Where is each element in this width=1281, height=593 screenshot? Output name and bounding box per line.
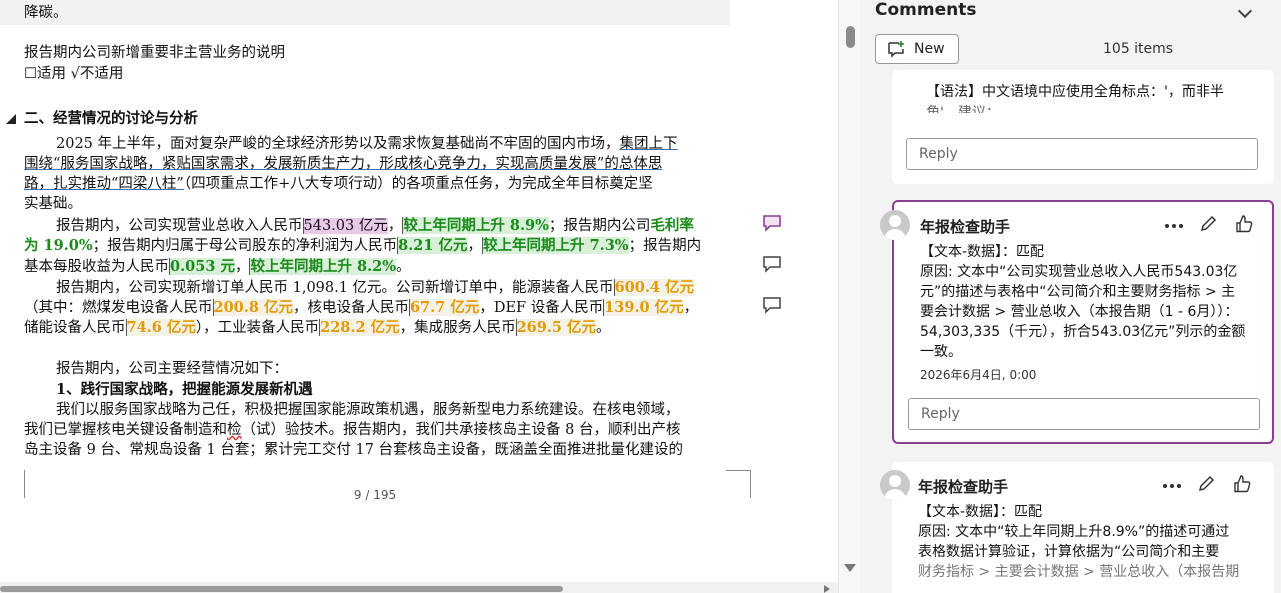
paragraph-1-line-4: 实基础。 xyxy=(24,196,82,212)
comment-text-cut: 角'，建议： xyxy=(926,105,1000,113)
reply-input[interactable]: Reply xyxy=(908,398,1260,430)
highlight-revenue[interactable]: 543.03 亿元 xyxy=(302,218,388,234)
comment-body: 【文本-数据】：匹配 原因: 文本中“较上年同期上升8.9%”的描述可通过 表格… xyxy=(918,504,1240,578)
like-icon[interactable] xyxy=(1234,214,1254,234)
horizontal-scroll-thumb[interactable] xyxy=(0,586,563,592)
comment-card-active[interactable]: 年报检查助手 【文本-数据】：匹配 原因: 文本中“公司实现营业总收入人民币54… xyxy=(892,200,1274,444)
highlight-net-profit[interactable]: 8.21 亿元 xyxy=(397,237,468,254)
paragraph-1-line-2: 围绕“服务国家战略，紧贴国家需求，发展新质生产力，形成核心竞争力，实现高质量发展… xyxy=(24,156,663,172)
new-business-title: 报告期内公司新增重要非主营业务的说明 xyxy=(24,45,285,61)
paragraph-4: 报告期内，公司主要经营情况如下： xyxy=(56,361,288,377)
like-icon[interactable] xyxy=(1232,474,1252,494)
previous-paragraph-tail: 降碳。 xyxy=(24,5,68,21)
comment-body: 【文本-数据】：匹配 原因: 文本中“公司实现营业总收入人民币543.03亿 元… xyxy=(920,244,1246,360)
paragraph-3-line-2: （其中：燃煤发电设备人民币200.8 亿元，核电设备人民币67.7 亿元，DEF… xyxy=(24,299,699,316)
comment-text: 【语法】中文语境中应使用全角标点：'，而非半 xyxy=(926,84,1224,100)
paragraph-5-line-3: 岛主设备 9 台、常规岛设备 1 台套；累计完工交付 17 台套核岛主设备，既涵… xyxy=(24,442,684,458)
previous-paragraph-band xyxy=(0,0,730,25)
comment-marker-icon[interactable] xyxy=(762,255,782,273)
reply-input[interactable]: Reply xyxy=(906,138,1258,170)
collapse-heading-icon[interactable] xyxy=(6,114,16,124)
comment-author: 年报检查助手 xyxy=(918,478,1009,496)
paragraph-2-line-1: 报告期内，公司实现营业总收入人民币543.03 亿元，较上年同期上升 8.9%；… xyxy=(56,217,694,234)
new-comment-label: New xyxy=(914,41,945,57)
vertical-scroll-thumb[interactable] xyxy=(846,26,855,48)
highlight-integration-services[interactable]: 269.5 亿元 xyxy=(515,319,597,336)
comment-card-partial[interactable]: 【语法】中文语境中应使用全角标点：'，而非半 角'，建议： Reply xyxy=(892,70,1274,184)
edit-icon[interactable] xyxy=(1198,214,1218,234)
sub-heading-1: 1、践行国家战略，把握能源发展新机遇 xyxy=(56,381,313,398)
more-options-icon[interactable] xyxy=(1162,476,1182,496)
chevron-down-icon[interactable] xyxy=(1237,3,1253,19)
highlight-storage-equipment[interactable]: 74.6 亿元 xyxy=(125,319,196,336)
paragraph-1-line-3: 路，扎实推动“四梁八柱”（四项重点工作+八大专项行动）的各项重点任务，为完成全年… xyxy=(24,176,653,192)
paragraph-2-line-2: 为 19.0%；报告期内归属于母公司股东的净利润为人民币8.21 亿元，较上年同… xyxy=(24,237,702,254)
comments-pane-title: Comments xyxy=(875,0,977,20)
horizontal-scrollbar[interactable] xyxy=(0,582,838,593)
scroll-down-icon[interactable] xyxy=(844,564,856,572)
highlight-industrial-equipment[interactable]: 228.2 亿元 xyxy=(319,319,400,336)
comment-marker-active-icon[interactable] xyxy=(762,214,782,232)
comment-card[interactable]: 年报检查助手 【文本-数据】：匹配 原因: 文本中“较上年同期上升8.9%”的描… xyxy=(892,462,1274,593)
comment-author: 年报检查助手 xyxy=(920,218,1011,236)
highlight-def-equipment[interactable]: 139.0 亿元 xyxy=(603,299,684,316)
scroll-right-icon[interactable] xyxy=(824,585,830,593)
highlight-energy-equipment[interactable]: 600.4 亿元 xyxy=(613,279,695,296)
section-heading: 二、经营情况的讨论与分析 xyxy=(24,110,198,127)
highlight-gross-margin-2[interactable]: 为 19.0% xyxy=(24,237,93,254)
new-business-option: ☐适用 √不适用 xyxy=(24,66,124,82)
highlight-eps-growth[interactable]: 较上年同期上升 8.2% xyxy=(249,258,397,275)
comment-marker-icon[interactable] xyxy=(762,296,782,314)
paragraph-1-line-1: 2025 年上半年，面对复杂严峻的全球经济形势以及需求恢复基础尚不牢固的国内市场… xyxy=(56,136,678,152)
highlight-nuclear-equipment[interactable]: 67.7 亿元 xyxy=(408,299,480,316)
avatar xyxy=(880,210,910,240)
paragraph-5-line-2: 我们已掌握核电关键设备制造和检（试）验技术。报告期内，我们共承接核岛主设备 8 … xyxy=(24,422,681,438)
page-corner-right xyxy=(750,470,751,498)
comment-date: 2026年6月4日, 0:00 xyxy=(920,368,1037,382)
highlight-net-profit-growth[interactable]: 较上年同期上升 7.3% xyxy=(482,237,629,254)
paragraph-2-line-3: 基本每股收益为人民币0.053 元，较上年同期上升 8.2%。 xyxy=(24,258,411,275)
highlight-gross-margin-1[interactable]: 毛利率 xyxy=(650,217,694,234)
new-comment-icon xyxy=(888,41,904,58)
new-comment-button[interactable]: New xyxy=(875,34,959,64)
page-indicator: 9 / 195 xyxy=(353,488,397,502)
vertical-scrollbar[interactable] xyxy=(838,0,860,593)
page-corner-right-horizontal xyxy=(726,470,750,471)
paragraph-5-line-1: 我们以服务国家战略为己任，积极把握国家能源政策机遇，服务新型电力系统建设。在核电… xyxy=(56,402,680,418)
highlight-coal-equipment[interactable]: 200.8 亿元 xyxy=(212,299,293,316)
comments-pane: Comments New 105 items 【语法】中文语境中应使用全角标点：… xyxy=(860,0,1281,593)
avatar xyxy=(880,470,910,500)
comment-count: 105 items xyxy=(1103,41,1174,57)
highlight-revenue-growth[interactable]: 较上年同期上升 8.9% xyxy=(402,217,549,234)
more-options-icon[interactable] xyxy=(1164,216,1184,236)
document-view[interactable]: 降碳。 报告期内公司新增重要非主营业务的说明 ☐适用 √不适用 二、经营情况的讨… xyxy=(0,0,820,593)
paragraph-3-line-1: 报告期内，公司实现新增订单人民币 1,098.1 亿元。公司新增订单中，能源装备… xyxy=(56,279,695,296)
edit-icon[interactable] xyxy=(1196,474,1216,494)
paragraph-3-line-3: 储能设备人民币74.6 亿元），工业装备人民币228.2 亿元，集成服务人民币2… xyxy=(24,319,611,336)
highlight-eps[interactable]: 0.053 元 xyxy=(169,258,235,275)
